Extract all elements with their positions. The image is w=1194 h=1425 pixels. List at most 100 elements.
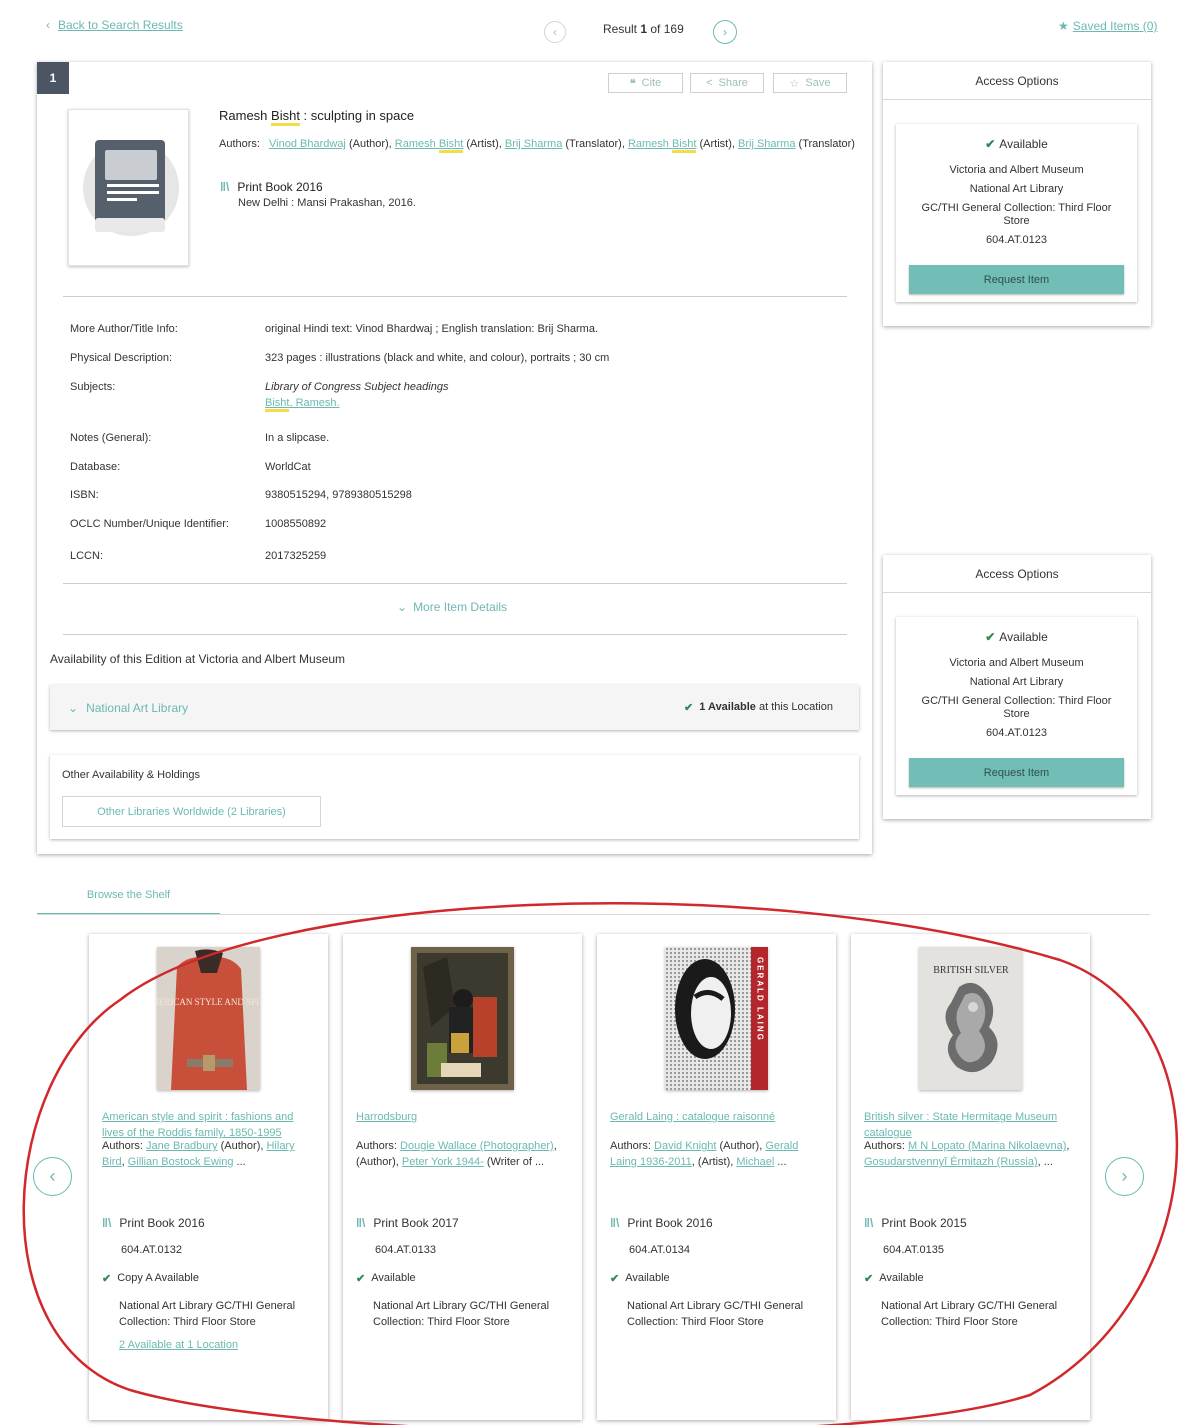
save-label: Save [805, 77, 831, 89]
author-link[interactable]: David Knight [654, 1140, 716, 1152]
author-link[interactable]: Vinod Bhardwaj [269, 138, 346, 150]
result-suffix: of 169 [647, 22, 684, 36]
record-format: ‖\ Print Book 2016 [220, 180, 323, 194]
request-item-button[interactable]: Request Item [909, 758, 1124, 787]
author-link[interactable]: Gillian Bostock Ewing [128, 1156, 234, 1168]
availability-summary-link[interactable]: 2 Available at 1 Location [119, 1339, 238, 1351]
book-library-icon: ‖\ [610, 1216, 620, 1230]
record-title: Ramesh Bisht : sculpting in space [219, 108, 414, 126]
detail-label: LCCN: [70, 550, 104, 562]
subject-link-highlight: Bisht [265, 397, 290, 412]
available-count: 1 Available [699, 701, 756, 713]
shelf-item-format: ‖\ Print Book 2016 [102, 1216, 205, 1230]
subject-link[interactable]: Bisht, Ramesh. [265, 397, 340, 412]
author-link[interactable]: Peter York 1944- [402, 1156, 484, 1168]
location-accordion[interactable]: ⌄ National Art Library ✔ 1 Available at … [50, 685, 859, 730]
author-role: (Writer of ... [483, 1156, 545, 1168]
detail-value: WorldCat [265, 461, 311, 473]
access-options-card: ✔ Available Victoria and Albert Museum Na… [896, 617, 1137, 795]
chevron-right-icon: › [723, 25, 727, 39]
author-link[interactable]: Gosudarstvennyĭ Ėrmitazh (Russia) [864, 1156, 1038, 1168]
call-number: 604.AT.0134 [629, 1244, 690, 1256]
author-link[interactable]: Dougie Wallace (Photographer) [400, 1140, 554, 1152]
shelf-item-availability: ✔ Copy A Available [102, 1272, 199, 1285]
cite-button[interactable]: ❝ Cite [608, 73, 683, 93]
detail-label: ISBN: [70, 489, 99, 501]
library-name: National Art Library [969, 676, 1064, 688]
result-counter: Result 1 of 169 [603, 22, 684, 36]
book-cover-image[interactable]: GERALD LAING [665, 947, 768, 1090]
other-libraries-button[interactable]: Other Libraries Worldwide (2 Libraries) [62, 796, 321, 827]
collection-name: Store [1003, 708, 1030, 720]
shelf-item-title-link[interactable]: Gerald Laing : catalogue raisonné [610, 1109, 820, 1125]
author-link[interactable]: Ramesh Bisht [628, 138, 697, 153]
back-to-search-results-link[interactable]: ‹ Back to Search Results [46, 18, 183, 32]
subject-link-anchor[interactable]: Bisht, Ramesh. [265, 397, 340, 412]
share-button[interactable]: < Share [690, 73, 764, 93]
record-authors: Authors: Vinod Bhardwaj (Author), Ramesh… [219, 138, 869, 153]
previous-result-button[interactable]: ‹ [544, 21, 566, 43]
saved-items-link[interactable]: ★ Saved Items (0) [1058, 19, 1157, 33]
share-label: Share [718, 77, 748, 89]
access-options-panel: Access Options ✔ Available Victoria and A… [883, 62, 1151, 326]
author-ellipsis: ... [233, 1156, 246, 1168]
detail-value: original Hindi text: Vinod Bhardwaj ; En… [265, 323, 599, 335]
author-link[interactable]: Michael [736, 1156, 774, 1168]
location-toggle[interactable]: ⌄ National Art Library [68, 701, 188, 715]
author-link[interactable]: Brij Sharma [738, 138, 795, 150]
chevron-left-icon: ‹ [49, 1166, 56, 1186]
author-role: (Artist), [463, 138, 505, 150]
shelf-item-title-link[interactable]: Harrodsburg [356, 1109, 566, 1125]
next-result-button[interactable]: › [713, 20, 737, 44]
location-text: National Art Library GC/THI General Coll… [119, 1300, 296, 1328]
book-library-icon: ‖\ [864, 1216, 874, 1230]
tab-browse-the-shelf[interactable]: Browse the Shelf [37, 877, 220, 915]
detail-value: In a slipcase. [265, 432, 330, 444]
detail-label: More Author/Title Info: [70, 323, 178, 335]
author-role: (Author), [345, 138, 395, 150]
detail-label: Database: [70, 461, 121, 473]
shelf-item-card: BRITISH SILVER British silver : State He… [851, 934, 1090, 1420]
divider [63, 583, 847, 584]
shelf-next-button[interactable]: › [1105, 1157, 1144, 1196]
author-entry: Brij Sharma (Translator), [505, 138, 628, 150]
checkmark-icon: ✔ [985, 137, 996, 151]
chevron-down-icon: ⌄ [397, 600, 408, 614]
availability-text: Copy A Available [117, 1272, 199, 1284]
book-cover-art [411, 947, 514, 1090]
result-prefix: Result [603, 22, 641, 36]
call-number: 604.AT.0123 [986, 727, 1047, 739]
shelf-item-title-link[interactable]: American style and spirit : fashions and… [102, 1109, 312, 1141]
availability-heading: Availability of this Edition at Victoria… [50, 652, 346, 666]
title-part: Ramesh [219, 108, 272, 123]
checkmark-icon: ✔ [985, 630, 996, 644]
book-cover-image[interactable]: AMERICAN STYLE AND SPIRIT [144, 947, 274, 1090]
call-number: 604.AT.0133 [375, 1244, 436, 1256]
book-cover-image[interactable]: BRITISH SILVER [919, 947, 1022, 1090]
request-item-button[interactable]: Request Item [909, 265, 1124, 294]
book-library-icon: ‖\ [102, 1216, 112, 1230]
shelf-item-availability: ✔ Available [864, 1272, 924, 1285]
access-options-title: Access Options [883, 62, 1151, 100]
author-link[interactable]: Ramesh Bisht [395, 138, 464, 153]
subjects-value: Library of Congress Subject headings [265, 381, 448, 393]
chevron-left-icon: ‹ [553, 25, 557, 39]
shelf-item-title-link[interactable]: British silver : State Hermitage Museum … [864, 1109, 1074, 1141]
author-link[interactable]: Jane Bradbury [146, 1140, 218, 1152]
subject-link-text: , Ramesh. [289, 397, 340, 409]
book-cover-image[interactable] [411, 947, 514, 1090]
author-link[interactable]: M N Lopato (Marina Nikolaevna) [908, 1140, 1066, 1152]
shelf-item-authors: Authors: David Knight (Author), Gerald L… [610, 1138, 823, 1170]
more-item-details-toggle[interactable]: ⌄ More Item Details [397, 600, 507, 614]
cover-text: GERALD LAING [756, 957, 765, 1042]
chevron-right-icon: › [1121, 1166, 1128, 1186]
divider [63, 634, 847, 635]
author-name: Ramesh [394, 138, 439, 150]
shelf-previous-button[interactable]: ‹ [33, 1157, 72, 1196]
subject-heading-type: Library of Congress Subject headings [265, 381, 449, 393]
author-role: (Author), [716, 1140, 766, 1152]
collection-name: Store [1003, 215, 1030, 227]
record-publisher: New Delhi : Mansi Prakashan, 2016. [238, 197, 416, 209]
author-link[interactable]: Brij Sharma [505, 138, 562, 150]
save-button[interactable]: ☆ Save [773, 73, 847, 93]
